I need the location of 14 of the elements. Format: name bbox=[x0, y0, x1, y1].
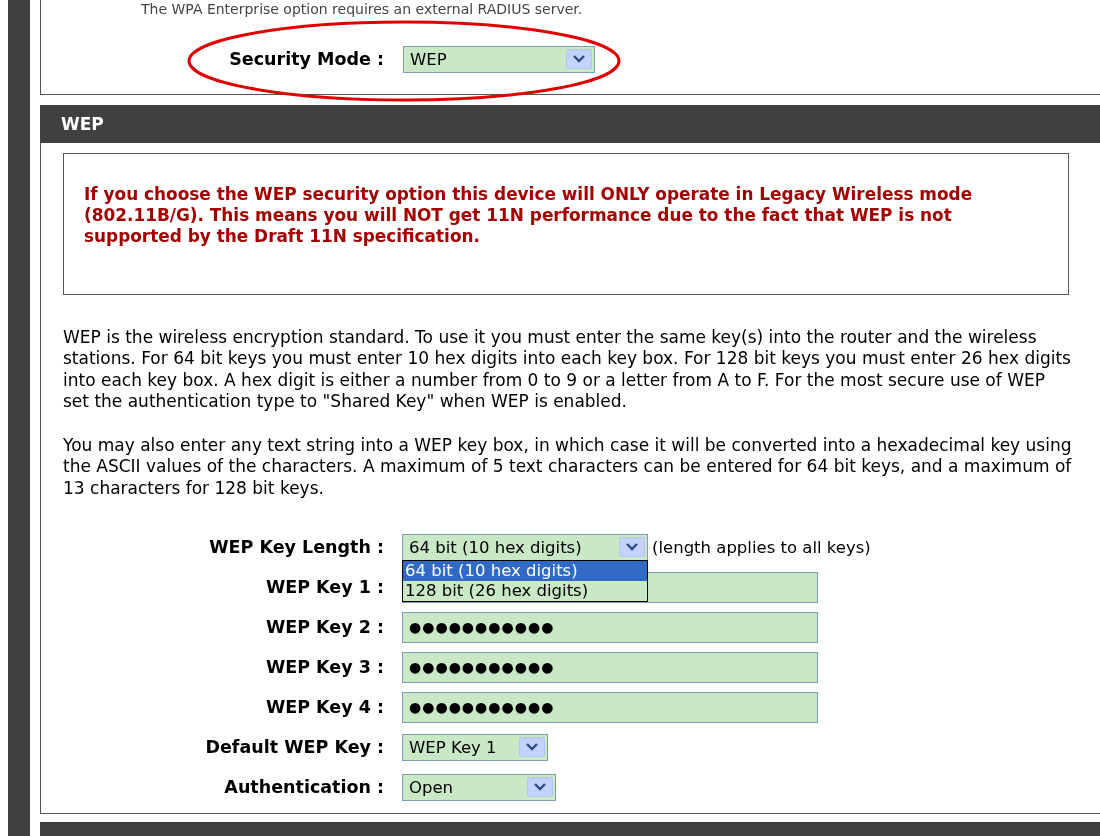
field-label: WEP Key Length : bbox=[208, 537, 384, 558]
field-label: WEP Key 3 : bbox=[264, 657, 384, 678]
field-label: Security Mode : bbox=[228, 49, 384, 69]
hint-text: (length applies to all keys) bbox=[652, 537, 871, 557]
section-title: WEP bbox=[61, 114, 104, 134]
warning-box: If you choose the WEP security option this device will ONLY operate in Legacy Wireless mode (802.11B/G). This means you will NOT get 11N performance due to the fact that WEP is not supported by the Draft 11N specification. bbox=[63, 152, 1069, 295]
paragraph: You may also enter any text string into a WEP key box, in which case it will be converted into a hexadecimal key using the ASCII values of the characters. A maximum of 5 text characters can be entered for 64 bit keys, and a maximum of 13 characters for 128 bit keys. bbox=[63, 434, 1073, 500]
field-label: Authentication : bbox=[223, 777, 384, 798]
field-label: Default WEP Key : bbox=[204, 737, 384, 758]
field-label: WEP Key 2 : bbox=[264, 617, 384, 638]
field-label: WEP Key 4 : bbox=[264, 697, 384, 718]
field-label: WEP Key 1 : bbox=[264, 577, 384, 598]
paragraph: WEP is the wireless encryption standard. To use it you must enter the same key(s) into the router and the wireless stations. For 64 bit keys you must enter 10 hex digits into each key box. For 128 bit keys you must enter 26 hex digits into each key box. A hex digit is either a number from 0 to 9 or a letter from A to F. For the most secure use of WEP set the authentication type to "Shared Key" when WEP is enabled. bbox=[63, 326, 1072, 413]
info-text: The WPA Enterprise option requires an external RADIUS server. bbox=[141, 0, 584, 17]
